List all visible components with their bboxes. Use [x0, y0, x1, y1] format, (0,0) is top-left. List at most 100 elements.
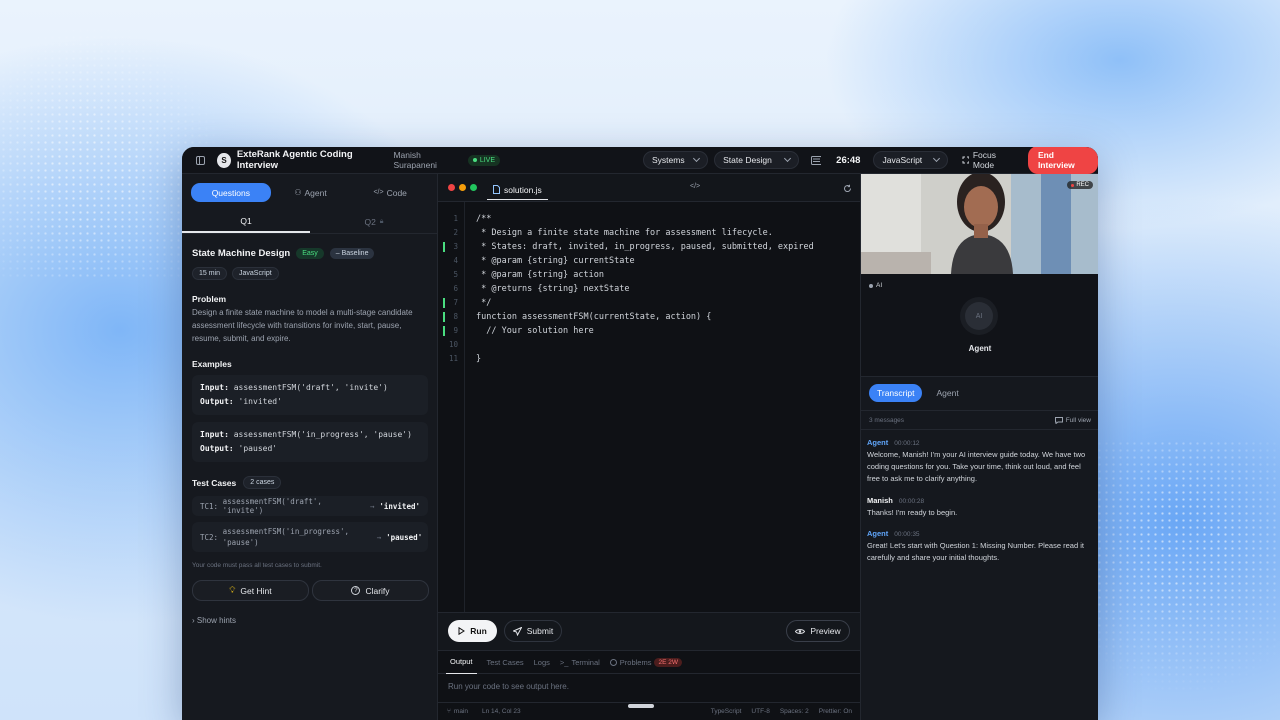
code-line: * @returns {string} nextState — [476, 284, 630, 294]
refresh-icon[interactable] — [843, 184, 852, 193]
line-number: 4 — [453, 256, 458, 265]
app-title: ExteRank Agentic Coding Interview — [236, 149, 353, 171]
example-output-label: Output: — [200, 444, 234, 453]
preview-button[interactable]: Preview — [786, 620, 850, 642]
git-change-marker — [443, 326, 445, 336]
record-dot-icon — [1071, 183, 1075, 187]
chevron-down-icon — [932, 154, 940, 163]
code-line: * Design a finite state machine for asse… — [476, 228, 773, 238]
file-icon — [493, 185, 500, 194]
question-tabs: Q1 Q2 🔒︎ — [182, 210, 438, 234]
sender-name: Manish — [867, 496, 893, 505]
test-case-label: TC1: — [200, 501, 219, 511]
help-circle-icon: ? — [351, 586, 361, 595]
run-toolbar: Run Submit Preview — [438, 612, 860, 650]
tab-q1[interactable]: Q1 — [182, 210, 310, 233]
tab-logs[interactable]: Logs — [534, 650, 560, 674]
status-prettier[interactable]: Prettier: On — [819, 708, 852, 715]
language-badge: JavaScript — [232, 267, 279, 280]
tab-output[interactable]: Output — [446, 650, 477, 674]
output-tabs: Output Test Cases Logs >_ Terminal Proble… — [438, 650, 860, 674]
tab-transcript[interactable]: Transcript — [869, 384, 923, 402]
run-button[interactable]: Run — [448, 620, 497, 642]
send-icon — [512, 626, 522, 636]
code-view-icon[interactable]: </> — [690, 183, 700, 190]
full-view-button[interactable]: Full view — [1054, 416, 1091, 424]
status-language[interactable]: TypeScript — [711, 708, 742, 715]
message-time: 00:00:12 — [894, 440, 920, 447]
ai-indicator: AI — [869, 282, 882, 289]
problem-text: Design a finite state machine to model a… — [192, 308, 413, 343]
clarify-button[interactable]: ? Clarify — [312, 580, 429, 601]
lightbulb-icon: 💡︎ — [229, 585, 236, 595]
test-case-row: TC1: assessmentFSM('draft', 'invite') → … — [192, 496, 428, 516]
line-number: 1 — [453, 214, 458, 223]
submit-requirement-note: Your code must pass all test cases to su… — [192, 562, 322, 569]
show-hints-toggle[interactable]: › Show hints — [192, 616, 428, 625]
end-interview-button[interactable]: End Interview — [1027, 147, 1098, 174]
agent-name: Agent — [968, 344, 992, 353]
git-change-marker — [443, 298, 445, 308]
ai-avatar: AI — [965, 302, 993, 330]
tab-test-cases[interactable]: Test Cases — [487, 650, 534, 674]
submit-button[interactable]: Submit — [504, 620, 562, 642]
message-text: Thanks! I'm ready to begin. — [867, 508, 958, 517]
code-editor: solution.js </> 1 /** 2 * Design a finite … — [438, 174, 860, 720]
git-branch[interactable]: ⑂ main — [447, 708, 468, 715]
tab-agent-chat[interactable]: Agent — [928, 384, 966, 402]
baseline-badge: – Baseline — [329, 248, 375, 259]
tab-questions[interactable]: Questions — [191, 183, 271, 202]
sidebar-toggle-icon[interactable] — [196, 155, 206, 165]
tab-problems-label: Problems — [619, 657, 652, 667]
examples-heading: Examples — [192, 359, 232, 369]
git-change-marker — [443, 312, 445, 322]
language-select-value: JavaScript — [882, 155, 923, 165]
language-select[interactable]: JavaScript — [873, 151, 948, 169]
chevron-down-icon — [784, 154, 792, 163]
code-line: function assessmentFSM(currentState, act… — [476, 312, 712, 322]
submit-label: Submit — [526, 626, 554, 636]
question-title: State Machine Design — [192, 248, 291, 259]
candidate-video: REC — [861, 174, 1098, 274]
window-minimize-dot — [459, 184, 466, 191]
focus-mode-button[interactable]: Focus Mode — [962, 150, 1015, 170]
test-cases-heading: Test Cases — [192, 477, 237, 488]
question-meta: 15 min JavaScript — [192, 267, 428, 280]
message-text: Great! Let's start with Question 1: Miss… — [867, 541, 1084, 562]
cursor-position: Ln 14, Col 23 — [482, 708, 521, 715]
problem-heading: Problem — [192, 294, 227, 304]
file-tab-solution[interactable]: solution.js — [487, 180, 548, 200]
transcript-message: Agent 00:00:12 Welcome, Manish! I'm your … — [867, 438, 1095, 485]
topic-select[interactable]: Systems — [643, 151, 709, 169]
keyboard-icon[interactable] — [811, 155, 822, 165]
message-sender: Agent 00:00:35 — [867, 529, 1095, 538]
subtopic-select[interactable]: State Design — [714, 151, 800, 169]
status-encoding[interactable]: UTF-8 — [751, 708, 769, 715]
example-input-row: Input: assessmentFSM('draft', 'invite') — [200, 381, 420, 395]
code-icon: </> — [373, 189, 384, 196]
tab-q2[interactable]: Q2 🔒︎ — [310, 210, 438, 233]
message-sender: Agent 00:00:12 — [867, 438, 1095, 447]
tab-agent-label: Agent — [304, 187, 327, 198]
clarify-label: Clarify — [365, 585, 390, 596]
status-spaces[interactable]: Spaces: 2 — [780, 708, 809, 715]
agent-tile: AI AI Agent — [861, 274, 1098, 377]
get-hint-button[interactable]: 💡︎ Get Hint — [192, 580, 309, 601]
preview-label: Preview — [810, 626, 841, 636]
example-output: 'paused' — [238, 444, 278, 453]
subtopic-select-value: State Design — [723, 155, 772, 165]
interview-side-panel: REC AI AI Agent Transcript Agent 3 messa… — [860, 174, 1098, 720]
line-number: 6 — [453, 284, 458, 293]
tab-problems[interactable]: Problems 2E 2W — [609, 650, 692, 674]
tab-agent[interactable]: ⚇ Agent — [271, 183, 351, 202]
message-time: 00:00:28 — [898, 498, 925, 505]
sender-name: Agent — [867, 438, 889, 447]
tab-terminal[interactable]: >_ Terminal — [560, 650, 610, 674]
tab-terminal-label: Terminal — [571, 657, 600, 667]
test-cases-header: Test Cases 2 cases — [192, 476, 428, 489]
line-number: 2 — [453, 228, 458, 237]
example-output: 'invited' — [238, 397, 282, 406]
tab-code[interactable]: </> Code — [350, 183, 430, 202]
candidate-name: Manish Surapaneni — [393, 150, 437, 170]
example-input: assessmentFSM('in_progress', 'pause') — [233, 430, 412, 439]
